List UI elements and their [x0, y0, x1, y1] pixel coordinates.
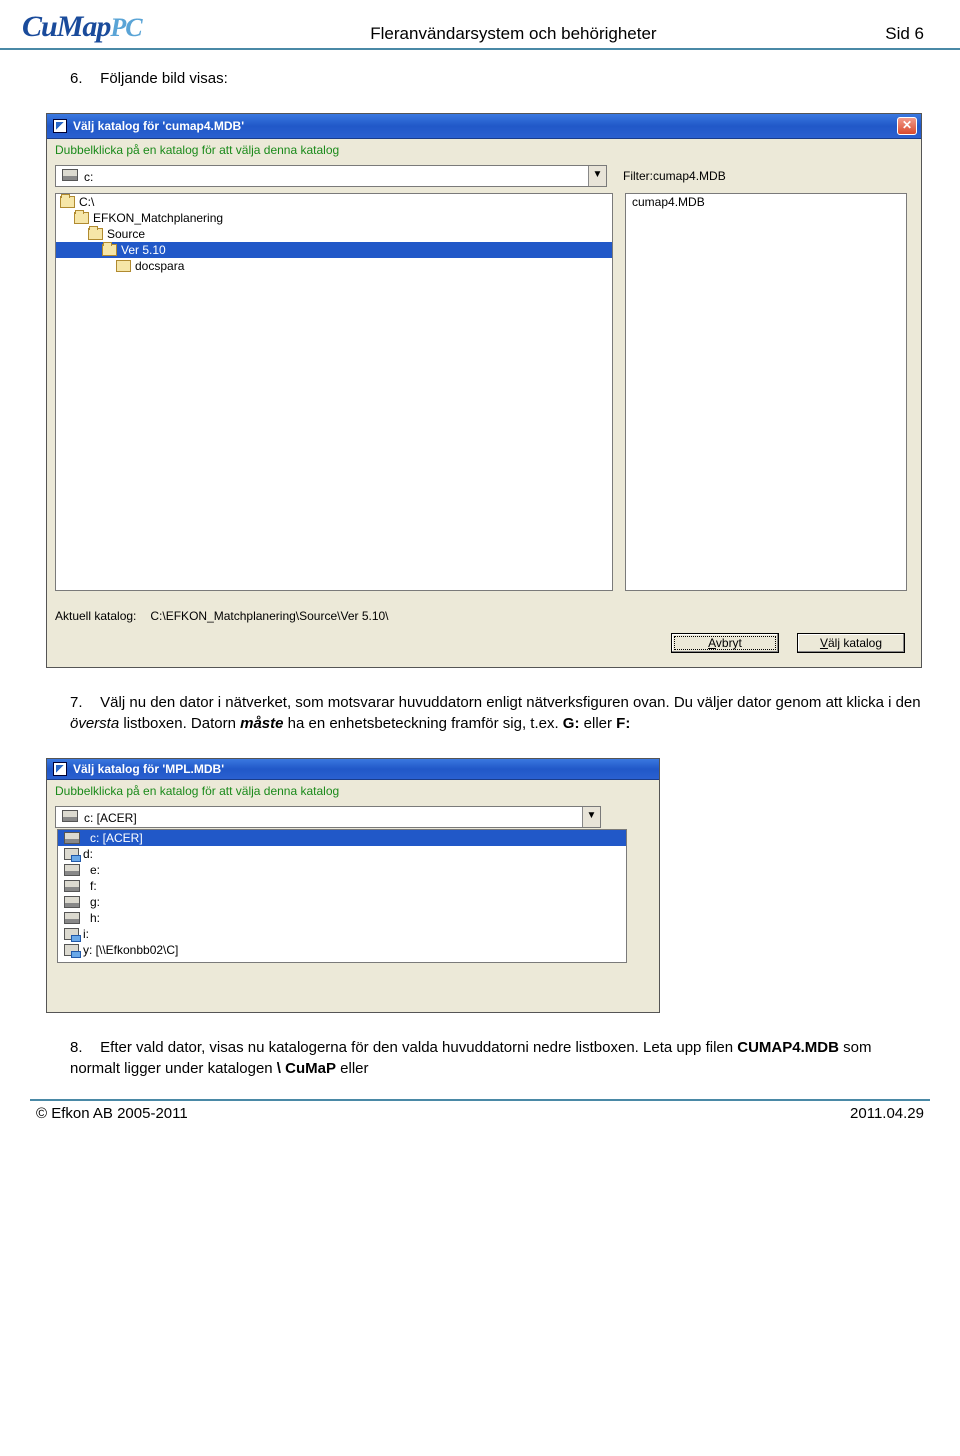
- network-drive-icon: [64, 944, 79, 956]
- cancel-button[interactable]: Avbryt: [671, 633, 779, 653]
- drive-option[interactable]: d:: [58, 846, 626, 862]
- drive-option[interactable]: y: [\\Efkonbb02\C]: [58, 942, 626, 958]
- drive-dropdown[interactable]: c: [ACER] ▼: [55, 806, 601, 828]
- drive-option-selected[interactable]: c: [ACER]: [58, 830, 626, 846]
- dialog-instruction: Dubbelklicka på en katalog för att välja…: [47, 780, 659, 802]
- drive-icon: [64, 912, 80, 924]
- folder-open-icon: [60, 196, 75, 208]
- app-icon: [53, 119, 67, 133]
- network-drive-icon: [64, 928, 79, 940]
- step-7: 7. Välj nu den dator i nätverket, som mo…: [70, 692, 924, 734]
- drive-option[interactable]: i:: [58, 926, 626, 942]
- drive-icon: [64, 896, 80, 908]
- drive-icon: [62, 169, 78, 181]
- drive-dropdown-list[interactable]: c: [ACER] d: e: f: g: h: i: y: [\\Efkonb…: [57, 829, 627, 963]
- current-path-row: Aktuell katalog: C:\EFKON_Matchplanering…: [47, 599, 921, 627]
- folder-item[interactable]: C:\: [56, 194, 612, 210]
- chevron-down-icon[interactable]: ▼: [588, 166, 606, 186]
- drive-option[interactable]: f:: [58, 878, 626, 894]
- file-list[interactable]: cumap4.MDB: [625, 193, 907, 591]
- step-8: 8. Efter vald dator, visas nu katalogern…: [70, 1037, 924, 1079]
- folder-list[interactable]: C:\ EFKON_Matchplanering Source Ver 5.10…: [55, 193, 613, 591]
- step-6: 6. Följande bild visas:: [70, 68, 924, 89]
- folder-open-icon: [102, 244, 117, 256]
- page-header: CuMapPC Fleranvändarsystem och behörighe…: [0, 0, 960, 50]
- chevron-down-icon[interactable]: ▼: [582, 807, 600, 827]
- step-7-num: 7.: [70, 692, 96, 713]
- file-item[interactable]: cumap4.MDB: [626, 194, 906, 210]
- dialog-title: Välj katalog för 'MPL.MDB': [73, 762, 224, 776]
- drive-option[interactable]: h:: [58, 910, 626, 926]
- drive-option[interactable]: e:: [58, 862, 626, 878]
- step-6-text: Följande bild visas:: [100, 70, 228, 87]
- footer-date: 2011.04.29: [850, 1105, 924, 1122]
- titlebar[interactable]: Välj katalog för 'MPL.MDB': [47, 759, 659, 780]
- folder-item[interactable]: docspara: [56, 258, 612, 274]
- filter-label: Filter:cumap4.MDB: [623, 169, 726, 183]
- folder-open-icon: [88, 228, 103, 240]
- network-drive-icon: [64, 848, 79, 860]
- dialog-instruction: Dubbelklicka på en katalog för att välja…: [47, 139, 921, 161]
- drive-icon: [62, 810, 78, 822]
- doc-title: Fleranvändarsystem och behörigheter: [370, 24, 656, 44]
- drive-dropdown[interactable]: c: ▼: [55, 165, 607, 187]
- folder-item[interactable]: EFKON_Matchplanering: [56, 210, 612, 226]
- drive-value: c:: [84, 170, 93, 184]
- footer-copyright: © Efkon AB 2005-2011: [36, 1105, 188, 1122]
- content: 6. Följande bild visas: Välj katalog för…: [0, 50, 960, 1079]
- app-icon: [53, 762, 67, 776]
- drive-icon: [64, 832, 80, 844]
- folder-item-selected[interactable]: Ver 5.10: [56, 242, 612, 258]
- logo-main: CuMap: [22, 10, 110, 43]
- close-icon: ✕: [902, 118, 912, 132]
- dialog-select-catalog-mpl: Välj katalog för 'MPL.MDB' Dubbelklicka …: [46, 758, 660, 1013]
- current-path-label: Aktuell katalog:: [55, 609, 136, 623]
- logo: CuMapPC: [22, 10, 142, 44]
- step-8-num: 8.: [70, 1037, 96, 1058]
- drive-icon: [64, 864, 80, 876]
- drive-option[interactable]: g:: [58, 894, 626, 910]
- drive-value: c: [ACER]: [84, 811, 137, 825]
- select-catalog-button[interactable]: Välj katalog: [797, 633, 905, 653]
- page-footer: © Efkon AB 2005-2011 2011.04.29: [30, 1099, 930, 1146]
- folder-item[interactable]: Source: [56, 226, 612, 242]
- folder-closed-icon: [116, 260, 131, 272]
- drive-icon: [64, 880, 80, 892]
- folder-open-icon: [74, 212, 89, 224]
- titlebar[interactable]: Välj katalog för 'cumap4.MDB' ✕: [47, 114, 921, 139]
- step-6-num: 6.: [70, 68, 96, 89]
- logo-suffix: PC: [110, 13, 141, 42]
- page-number: Sid 6: [885, 24, 924, 44]
- dialog-select-catalog-cumap4: Välj katalog för 'cumap4.MDB' ✕ Dubbelkl…: [46, 113, 922, 668]
- dialog-title: Välj katalog för 'cumap4.MDB': [73, 119, 244, 133]
- current-path-value: C:\EFKON_Matchplanering\Source\Ver 5.10\: [150, 609, 388, 623]
- close-button[interactable]: ✕: [897, 117, 917, 135]
